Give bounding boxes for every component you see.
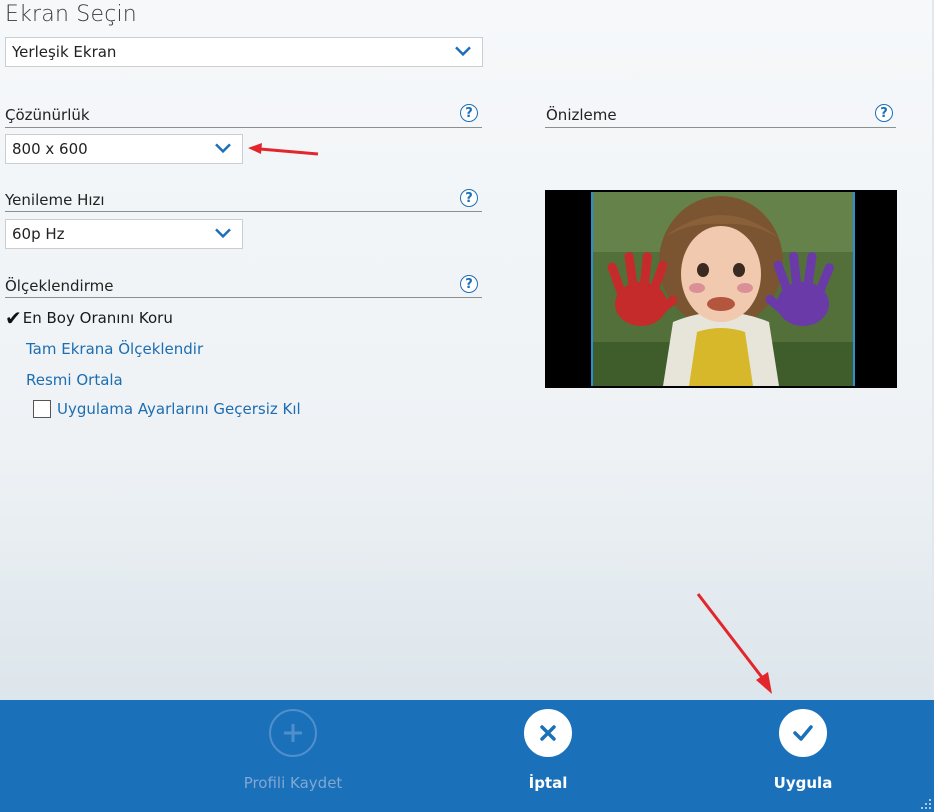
resolution-divider (5, 127, 482, 128)
annotation-arrow (248, 143, 319, 156)
preview-image-frame (545, 190, 897, 388)
override-checkbox-row[interactable]: Uygulama Ayarlarını Geçersiz Kıl (33, 400, 301, 418)
scaling-option-center[interactable]: Resmi Ortala (26, 371, 123, 389)
resize-grip-icon[interactable] (918, 796, 932, 810)
save-profile-button[interactable]: Profili Kaydet (233, 709, 353, 792)
scaling-label: Ölçeklendirme (5, 277, 114, 295)
preview-photo (591, 192, 855, 386)
refresh-divider (5, 211, 482, 212)
scaling-option-keep-ratio[interactable]: ✔ En Boy Oranını Koru (5, 306, 173, 330)
refresh-value: 60p Hz (12, 225, 65, 243)
refresh-select[interactable]: 60p Hz (5, 219, 243, 249)
scaling-help-icon[interactable]: ? (460, 275, 478, 293)
resolution-select[interactable]: 800 x 600 (5, 134, 243, 164)
checkmark-icon: ✔ (5, 306, 22, 330)
plus-icon (269, 709, 317, 757)
bottom-action-bar: Profili Kaydet İptal Uygula (0, 700, 934, 812)
child-portrait-image (593, 192, 853, 386)
preview-divider (545, 127, 896, 128)
save-profile-label: Profili Kaydet (243, 774, 343, 792)
refresh-help-icon[interactable]: ? (460, 189, 478, 207)
preview-label: Önizleme (546, 106, 617, 124)
chevron-down-icon (455, 46, 471, 57)
resolution-help-icon[interactable]: ? (460, 104, 478, 122)
preview-help-icon[interactable]: ? (875, 104, 893, 122)
override-label: Uygulama Ayarlarını Geçersiz Kıl (57, 400, 301, 418)
cancel-label: İptal (528, 774, 568, 792)
apply-button[interactable]: Uygula (743, 709, 863, 792)
scaling-option-label: En Boy Oranını Koru (22, 309, 173, 327)
display-select-value: Yerleşik Ekran (12, 43, 117, 61)
cancel-button[interactable]: İptal (488, 709, 608, 792)
scaling-divider (5, 297, 482, 298)
chevron-down-icon (215, 143, 231, 154)
annotation-arrow (696, 593, 772, 694)
display-select[interactable]: Yerleşik Ekran (5, 37, 483, 67)
resolution-label: Çözünürlük (5, 106, 90, 124)
apply-label: Uygula (773, 774, 833, 792)
close-icon (524, 709, 572, 757)
refresh-label: Yenileme Hızı (5, 191, 105, 209)
scaling-option-fullscreen[interactable]: Tam Ekrana Ölçeklendir (26, 340, 203, 358)
page-title: Ekran Seçin (5, 2, 137, 27)
chevron-down-icon (215, 228, 231, 239)
resolution-value: 800 x 600 (12, 140, 88, 158)
check-icon (779, 709, 827, 757)
override-checkbox[interactable] (33, 400, 51, 418)
